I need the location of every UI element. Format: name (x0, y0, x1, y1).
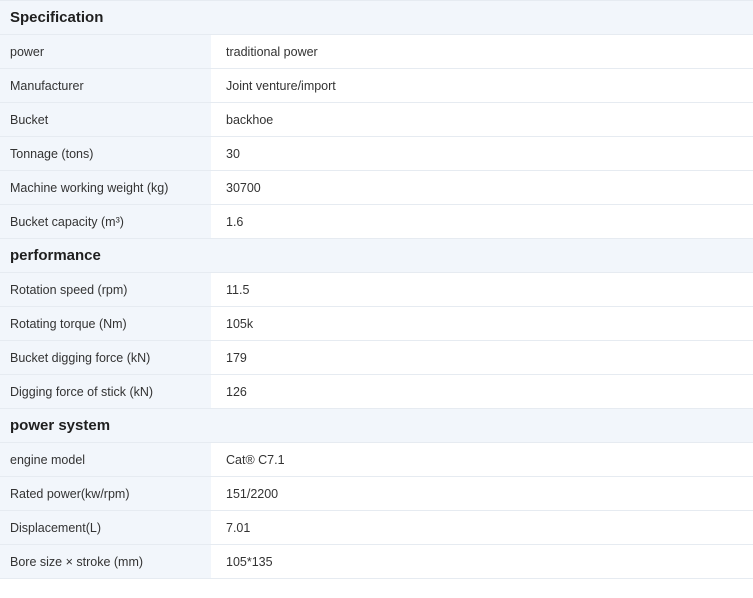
spec-table: Specification power traditional power Manuf… (0, 0, 753, 579)
spec-label: engine model (0, 442, 211, 477)
spec-value: 11.5 (211, 272, 753, 307)
spec-label: Displacement(L) (0, 510, 211, 545)
spec-value: 105*135 (211, 544, 753, 579)
spec-value: 126 (211, 374, 753, 409)
spec-label: Rotating torque (Nm) (0, 306, 211, 341)
section-title: power system (0, 408, 753, 443)
spec-value: 179 (211, 340, 753, 375)
spec-value: backhoe (211, 102, 753, 137)
spec-row: Bucket backhoe (0, 102, 753, 137)
spec-label: Rotation speed (rpm) (0, 272, 211, 307)
spec-label: Manufacturer (0, 68, 211, 103)
section-header: Specification (0, 0, 753, 35)
section-title: performance (0, 238, 753, 273)
spec-row: Rotation speed (rpm) 11.5 (0, 272, 753, 307)
section-header: performance (0, 238, 753, 273)
spec-table-body: Specification power traditional power Manuf… (0, 0, 753, 579)
spec-value: 30 (211, 136, 753, 171)
spec-label: Bucket capacity (m³) (0, 204, 211, 239)
spec-row: Displacement(L) 7.01 (0, 510, 753, 545)
spec-row: Rated power(kw/rpm) 151/2200 (0, 476, 753, 511)
spec-row: engine model Cat® C7.1 (0, 442, 753, 477)
spec-label: Digging force of stick (kN) (0, 374, 211, 409)
spec-value: traditional power (211, 34, 753, 69)
spec-label: power (0, 34, 211, 69)
spec-value: 105k (211, 306, 753, 341)
spec-value: 30700 (211, 170, 753, 205)
spec-label: Bucket digging force (kN) (0, 340, 211, 375)
spec-label: Bucket (0, 102, 211, 137)
spec-row: Manufacturer Joint venture/import (0, 68, 753, 103)
section-header: power system (0, 408, 753, 443)
spec-row: Tonnage (tons) 30 (0, 136, 753, 171)
spec-row: Machine working weight (kg) 30700 (0, 170, 753, 205)
section-title: Specification (0, 0, 753, 35)
spec-row: Bore size × stroke (mm) 105*135 (0, 544, 753, 579)
spec-label: Bore size × stroke (mm) (0, 544, 211, 579)
spec-row: power traditional power (0, 34, 753, 69)
spec-row: Bucket capacity (m³) 1.6 (0, 204, 753, 239)
spec-label: Rated power(kw/rpm) (0, 476, 211, 511)
spec-row: Bucket digging force (kN) 179 (0, 340, 753, 375)
spec-value: 7.01 (211, 510, 753, 545)
spec-value: Joint venture/import (211, 68, 753, 103)
spec-label: Machine working weight (kg) (0, 170, 211, 205)
spec-value: 1.6 (211, 204, 753, 239)
spec-label: Tonnage (tons) (0, 136, 211, 171)
spec-row: Rotating torque (Nm) 105k (0, 306, 753, 341)
spec-value: Cat® C7.1 (211, 442, 753, 477)
spec-row: Digging force of stick (kN) 126 (0, 374, 753, 409)
spec-value: 151/2200 (211, 476, 753, 511)
